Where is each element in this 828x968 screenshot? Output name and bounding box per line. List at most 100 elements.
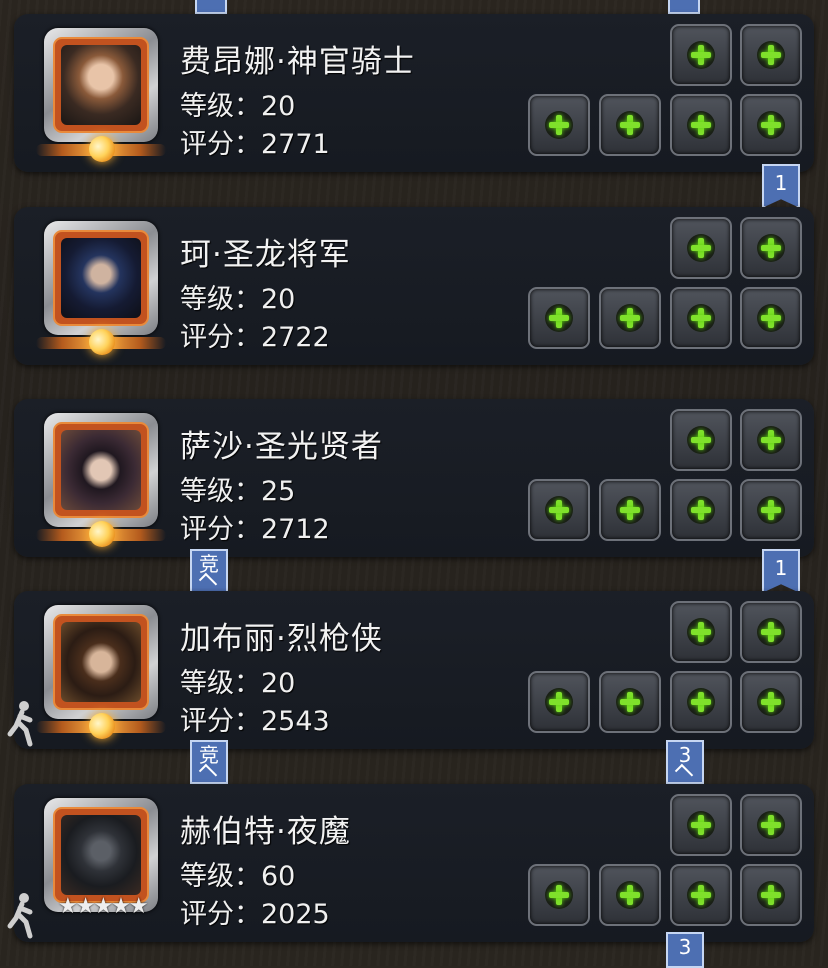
equip-slot-ring[interactable] xyxy=(740,794,802,856)
top-tab-marker-left xyxy=(195,0,227,14)
add-icon xyxy=(687,426,715,454)
add-icon xyxy=(545,496,573,524)
equip-slot-ring[interactable] xyxy=(670,24,732,86)
hero-portrait[interactable] xyxy=(36,221,166,355)
arena-tab[interactable]: 竞 xyxy=(190,740,228,784)
add-icon xyxy=(757,881,785,909)
equip-slot-ring[interactable] xyxy=(670,601,732,663)
equip-slot-ring[interactable] xyxy=(740,601,802,663)
hero-portrait[interactable] xyxy=(36,413,166,547)
add-icon xyxy=(757,688,785,716)
add-icon xyxy=(757,811,785,839)
hero-name: 珂·圣龙将军 xyxy=(180,237,351,273)
add-icon xyxy=(545,111,573,139)
hero-name: 萨沙·圣光贤者 xyxy=(180,429,383,465)
add-icon xyxy=(757,304,785,332)
add-icon xyxy=(757,618,785,646)
equip-slot-accessory[interactable] xyxy=(740,671,802,733)
hero-face-image xyxy=(61,238,141,318)
equip-slot-weapon[interactable] xyxy=(528,287,590,349)
add-icon xyxy=(687,881,715,909)
hero-score: 评分：2543 xyxy=(180,706,330,737)
runner-icon xyxy=(7,701,33,747)
add-icon xyxy=(616,688,644,716)
hero-card[interactable]: ★★★★★ 赫伯特·夜魔 等级：60 评分：2025 xyxy=(14,784,814,942)
equip-slot-weapon[interactable] xyxy=(528,94,590,156)
add-icon xyxy=(757,111,785,139)
hero-portrait[interactable] xyxy=(36,28,166,162)
equip-slot-weapon[interactable] xyxy=(528,671,590,733)
add-icon xyxy=(545,688,573,716)
equip-slot-armor[interactable] xyxy=(599,479,661,541)
equip-slot-accessory[interactable] xyxy=(670,671,732,733)
rank-tab[interactable]: 3 xyxy=(666,740,704,784)
add-icon xyxy=(616,496,644,524)
hero-face-image xyxy=(61,45,141,125)
add-icon xyxy=(687,111,715,139)
hero-card[interactable]: 萨沙·圣光贤者 等级：25 评分：2712 xyxy=(14,399,814,557)
add-icon xyxy=(545,881,573,909)
add-icon xyxy=(687,688,715,716)
equip-slot-accessory[interactable] xyxy=(670,287,732,349)
hero-card[interactable]: 费昂娜·神官骑士 等级：20 评分：2771 xyxy=(14,14,814,172)
equip-slot-armor[interactable] xyxy=(599,287,661,349)
hero-score: 评分：2722 xyxy=(180,322,330,353)
hero-card[interactable]: 珂·圣龙将军 等级：20 评分：2722 xyxy=(14,207,814,365)
hero-score: 评分：2025 xyxy=(180,899,330,930)
add-icon xyxy=(545,304,573,332)
equip-slot-armor[interactable] xyxy=(599,94,661,156)
equip-slot-accessory[interactable] xyxy=(740,479,802,541)
equip-slot-accessory[interactable] xyxy=(670,479,732,541)
hero-name: 加布丽·烈枪侠 xyxy=(180,621,383,657)
add-icon xyxy=(616,304,644,332)
add-icon xyxy=(616,111,644,139)
add-icon xyxy=(757,234,785,262)
equip-slot-accessory[interactable] xyxy=(670,864,732,926)
add-icon xyxy=(757,426,785,454)
equip-slot-accessory[interactable] xyxy=(740,287,802,349)
hero-portrait[interactable] xyxy=(36,605,166,739)
arena-tab[interactable]: 竞 xyxy=(190,549,228,593)
hero-level: 等级：25 xyxy=(180,476,296,507)
hero-level: 等级：60 xyxy=(180,861,296,892)
moon-icon xyxy=(89,713,115,739)
hero-name: 赫伯特·夜魔 xyxy=(180,814,351,850)
add-icon xyxy=(687,618,715,646)
equip-slot-accessory[interactable] xyxy=(740,94,802,156)
moon-icon xyxy=(89,136,115,162)
equip-slot-accessory[interactable] xyxy=(670,94,732,156)
top-tab-marker-right xyxy=(668,0,700,14)
hero-card[interactable]: 加布丽·烈枪侠 等级：20 评分：2543 xyxy=(14,591,814,749)
equip-slot-armor[interactable] xyxy=(599,864,661,926)
add-icon xyxy=(616,881,644,909)
add-icon xyxy=(757,41,785,69)
hero-face-image xyxy=(61,815,141,895)
hero-level: 等级：20 xyxy=(180,284,296,315)
hero-face-image xyxy=(61,430,141,510)
equip-slot-ring[interactable] xyxy=(670,794,732,856)
equip-slot-ring[interactable] xyxy=(740,217,802,279)
equip-slot-ring[interactable] xyxy=(740,24,802,86)
moon-icon xyxy=(89,521,115,547)
add-icon xyxy=(687,304,715,332)
rank-tab[interactable]: 3 xyxy=(666,932,704,968)
hero-score: 评分：2771 xyxy=(180,129,330,160)
equip-slot-ring[interactable] xyxy=(740,409,802,471)
equip-slot-weapon[interactable] xyxy=(528,479,590,541)
hero-name: 费昂娜·神官骑士 xyxy=(180,44,415,80)
add-icon xyxy=(687,41,715,69)
add-icon xyxy=(687,234,715,262)
equip-slot-ring[interactable] xyxy=(670,409,732,471)
equip-slot-weapon[interactable] xyxy=(528,864,590,926)
equip-slot-ring[interactable] xyxy=(670,217,732,279)
hero-level: 等级：20 xyxy=(180,91,296,122)
hero-level: 等级：20 xyxy=(180,668,296,699)
runner-icon xyxy=(7,893,33,939)
add-icon xyxy=(687,496,715,524)
moon-icon xyxy=(89,329,115,355)
add-icon xyxy=(757,496,785,524)
hero-score: 评分：2712 xyxy=(180,514,330,545)
equip-slot-armor[interactable] xyxy=(599,671,661,733)
equip-slot-accessory[interactable] xyxy=(740,864,802,926)
star-rating: ★★★★★ xyxy=(58,894,149,919)
